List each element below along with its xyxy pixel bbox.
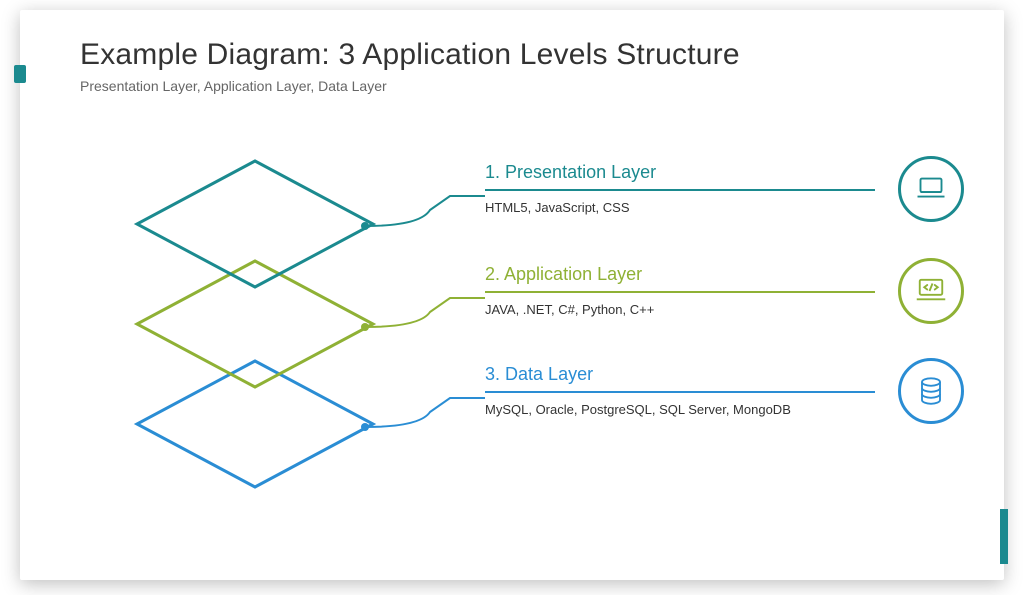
layer-rule-1 (485, 189, 875, 191)
diamond-presentation-layer (135, 159, 375, 289)
layer-title-1: 1. Presentation Layer (485, 162, 884, 183)
layer-title-3: 3. Data Layer (485, 364, 884, 385)
accent-left-shape (14, 65, 26, 83)
layer-info-application: 2. Application Layer JAVA, .NET, C#, Pyt… (485, 264, 884, 319)
slide-diagram: Example Diagram: 3 Application Levels St… (20, 10, 1004, 580)
layer-info-presentation: 1. Presentation Layer HTML5, JavaScript,… (485, 162, 884, 217)
layer-title-2: 2. Application Layer (485, 264, 884, 285)
code-laptop-icon (898, 258, 964, 324)
slide-subtitle: Presentation Layer, Application Layer, D… (80, 78, 959, 94)
layer-desc-1: HTML5, JavaScript, CSS (485, 199, 805, 217)
slide-title: Example Diagram: 3 Application Levels St… (80, 38, 959, 72)
layer-desc-2: JAVA, .NET, C#, Python, C++ (485, 301, 805, 319)
layer-rule-2 (485, 291, 875, 293)
layer-desc-3: MySQL, Oracle, PostgreSQL, SQL Server, M… (485, 401, 805, 419)
layer-info-data: 3. Data Layer MySQL, Oracle, PostgreSQL,… (485, 364, 884, 419)
diagram-content: 1. Presentation Layer HTML5, JavaScript,… (20, 114, 1004, 544)
layer-stack (115, 159, 415, 489)
slide-header: Example Diagram: 3 Application Levels St… (20, 10, 1004, 94)
database-icon (898, 358, 964, 424)
layer-rule-3 (485, 391, 875, 393)
laptop-icon (898, 156, 964, 222)
